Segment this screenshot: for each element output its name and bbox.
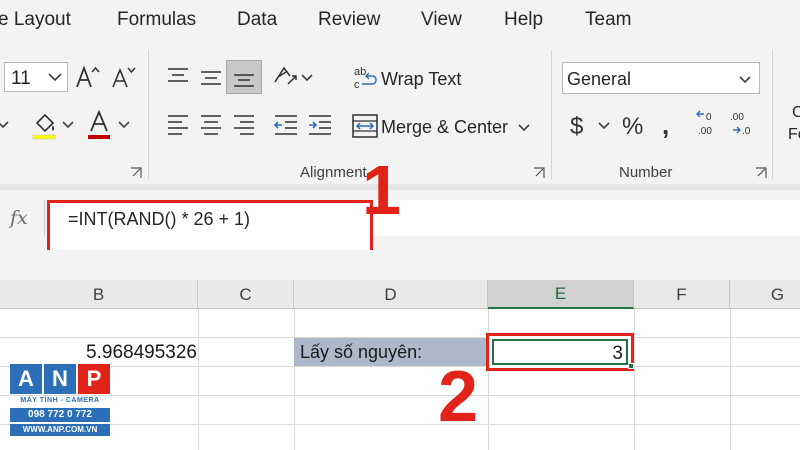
logo-letter-n: N — [44, 364, 76, 394]
orientation-icon[interactable] — [270, 60, 300, 94]
column-header-g[interactable]: G — [730, 280, 800, 309]
logo-tagline: MÁY TÍNH - CAMERA — [20, 397, 100, 404]
number-group-label: Number — [619, 164, 673, 181]
chevron-down-icon[interactable] — [300, 66, 314, 88]
annotation-step-1: 1 — [362, 151, 401, 229]
decrease-indent-icon[interactable] — [268, 108, 304, 142]
column-header-d[interactable]: D — [294, 280, 488, 309]
increase-decimal-icon[interactable]: 0.00 — [694, 108, 724, 142]
svg-text:.00: .00 — [730, 112, 744, 123]
ribbon-separator — [551, 50, 552, 180]
merge-center-button[interactable]: Merge & Center — [381, 117, 508, 138]
percent-style-icon[interactable]: % — [620, 108, 650, 142]
annotation-step-2: 2 — [438, 357, 479, 437]
chevron-down-icon — [46, 67, 64, 92]
formula-grid-gap — [0, 250, 800, 280]
align-right-icon[interactable] — [226, 108, 262, 142]
menu-help[interactable]: Help — [504, 9, 543, 31]
cell-e-value: 3 — [612, 343, 623, 364]
menu-page-layout[interactable]: e Layout — [0, 9, 71, 31]
chevron-down-icon[interactable] — [60, 112, 76, 136]
number-format-select[interactable]: General — [562, 62, 760, 94]
row-gridline — [0, 395, 800, 396]
formula-bar-extension[interactable] — [373, 200, 800, 236]
wrap-text-button[interactable]: Wrap Text — [381, 69, 461, 90]
chevron-down-icon[interactable] — [116, 112, 132, 136]
ribbon-separator — [772, 50, 773, 180]
menu-team[interactable]: Team — [585, 9, 631, 31]
font-color-icon[interactable] — [84, 108, 114, 142]
logo-phone: 098 772 0 772 — [10, 408, 110, 422]
decrease-decimal-icon[interactable]: .00.0 — [728, 108, 758, 142]
menu-view[interactable]: View — [421, 9, 462, 31]
logo-letter-a: A — [10, 364, 42, 394]
align-bottom-icon[interactable] — [226, 60, 262, 94]
column-gridline — [730, 309, 731, 450]
svg-text:0: 0 — [706, 112, 712, 123]
active-cell-border: 3 — [492, 339, 628, 365]
svg-text:%: % — [622, 113, 643, 140]
column-gridline — [488, 309, 489, 450]
number-format-value: General — [567, 69, 632, 89]
formula-bar-separator — [44, 200, 45, 236]
chevron-down-icon[interactable] — [0, 112, 10, 136]
row-gridline — [0, 366, 800, 367]
increase-indent-icon[interactable] — [302, 108, 338, 142]
svg-text:,: , — [662, 110, 669, 140]
number-dialog-launcher-icon[interactable] — [755, 166, 767, 178]
align-middle-icon[interactable] — [193, 60, 229, 94]
chevron-down-icon[interactable] — [516, 116, 532, 138]
svg-text:ab: ab — [354, 66, 366, 78]
cell-e-highlight[interactable]: 3 — [486, 333, 634, 371]
increase-font-size-icon[interactable] — [72, 62, 102, 92]
menu-data[interactable]: Data — [237, 9, 277, 31]
formula-text: =INT(RAND() * 26 + 1) — [68, 209, 251, 229]
column-header-b[interactable]: B — [0, 280, 198, 309]
alignment-dialog-launcher-icon[interactable] — [533, 166, 545, 178]
chevron-down-icon[interactable] — [596, 114, 612, 136]
merge-center-icon[interactable] — [351, 112, 379, 140]
font-size-select[interactable]: 11 — [4, 62, 68, 92]
worksheet-grid[interactable] — [0, 309, 800, 450]
font-dialog-launcher-icon[interactable] — [130, 166, 142, 178]
svg-text:c: c — [354, 79, 360, 91]
insert-function-icon[interactable]: fx — [10, 207, 28, 229]
column-gridline — [198, 309, 199, 450]
row-gridline — [0, 424, 800, 425]
decrease-font-size-icon[interactable] — [108, 62, 138, 92]
ribbon-separator — [148, 50, 149, 180]
menu-formulas[interactable]: Formulas — [117, 9, 196, 31]
conditional-format-label-partial[interactable]: C — [792, 104, 800, 122]
menu-bar: e Layout Formulas Data Review View Help … — [0, 0, 800, 42]
wrap-text-icon[interactable]: ab c — [352, 64, 378, 92]
svg-text:.0: .0 — [742, 126, 751, 137]
fill-color-icon[interactable] — [28, 108, 60, 142]
column-gridline — [294, 309, 295, 450]
comma-style-icon[interactable]: , — [656, 108, 682, 142]
align-center-icon[interactable] — [193, 108, 229, 142]
svg-text:.00: .00 — [698, 126, 712, 137]
logo-website: WWW.ANP.COM.VN — [10, 424, 110, 436]
cell-b-value[interactable]: 5.968495326 — [60, 342, 197, 364]
column-header-f[interactable]: F — [634, 280, 730, 309]
logo-letter-p: P — [78, 364, 110, 394]
currency-format-icon[interactable]: $ — [565, 108, 591, 142]
column-header-c[interactable]: C — [198, 280, 294, 309]
column-header-e[interactable]: E — [488, 280, 634, 309]
anp-logo: A N P MÁY TÍNH - CAMERA 098 772 0 772 WW… — [10, 364, 110, 440]
font-size-value: 11 — [11, 68, 31, 89]
cell-d-label: Lấy số nguyên: — [300, 342, 423, 362]
column-gridline — [634, 309, 635, 450]
alignment-group-label: Alignment — [300, 164, 367, 181]
conditional-format-label-partial-2[interactable]: Fo — [788, 126, 800, 144]
align-left-icon[interactable] — [160, 108, 196, 142]
fill-handle[interactable] — [628, 363, 634, 369]
logo-letters: A N P — [10, 364, 110, 396]
align-top-icon[interactable] — [160, 60, 196, 94]
svg-text:$: $ — [570, 113, 583, 140]
menu-review[interactable]: Review — [318, 9, 380, 31]
chevron-down-icon — [737, 69, 753, 94]
